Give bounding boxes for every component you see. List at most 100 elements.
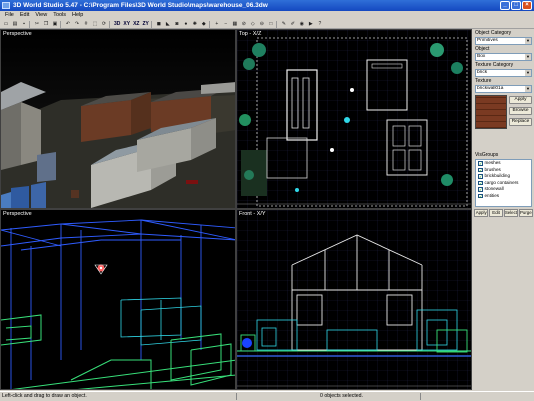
texture-category-value: brick — [477, 70, 488, 75]
texture-category-select[interactable]: brick ▼ — [475, 69, 532, 77]
redo-icon[interactable]: ↷ — [73, 20, 81, 28]
menu-edit[interactable]: Edit — [17, 11, 32, 20]
replace-button[interactable]: Replace — [509, 118, 532, 126]
zoom-in-icon[interactable]: + — [213, 20, 221, 28]
textured-scene — [1, 30, 235, 208]
rotate-icon[interactable]: ⟳ — [100, 20, 108, 28]
minimize-button[interactable]: _ — [500, 1, 510, 10]
texture-select[interactable]: brickwall01a ▼ — [475, 85, 532, 93]
status-bar: Left-click and drag to draw an object. 0… — [0, 391, 534, 400]
cut-icon[interactable]: ✂ — [33, 20, 41, 28]
menu-help[interactable]: Help — [69, 11, 86, 20]
toolbar: ▭ ▤ ▪ ✂ ❐ ▣ ↶ ↷ # ⬚ ⟳ 3D XY XZ ZY ◼ ◣ ◙ … — [0, 20, 534, 29]
window-title: 3D World Studio 5.47 - C:\Program Files\… — [13, 2, 268, 9]
chevron-down-icon: ▼ — [525, 38, 531, 44]
open-folder-icon[interactable]: ▤ — [11, 20, 19, 28]
toolbar-separator — [150, 20, 154, 28]
chevron-down-icon: ▼ — [525, 86, 531, 92]
toolbar-separator — [208, 20, 212, 28]
toolbar-separator — [29, 20, 32, 28]
object-value: Box — [477, 54, 486, 59]
top-viewport[interactable]: Top - X/Z — [236, 29, 472, 209]
texture-category-label: Texture Category — [475, 62, 514, 68]
menu-view[interactable]: View — [32, 11, 50, 20]
checkbox[interactable]: ✓ — [478, 193, 483, 198]
texture-value: brickwall01a — [477, 86, 504, 91]
vertex-icon[interactable]: ◇ — [249, 20, 257, 28]
clip-icon[interactable]: ⊘ — [240, 20, 248, 28]
zoom-out-icon[interactable]: − — [222, 20, 230, 28]
visgroup-buttons: Apply Edit Select Purge — [474, 209, 533, 217]
entity-icon[interactable]: ◆ — [200, 20, 208, 28]
list-item[interactable]: ✓ entities — [476, 193, 531, 200]
browse-button[interactable]: Browse — [509, 107, 532, 115]
help-icon[interactable]: ? — [316, 20, 324, 28]
apply-texture-button[interactable]: Apply — [509, 96, 532, 104]
view-zy-button[interactable]: ZY — [141, 20, 149, 28]
select-icon[interactable]: ⬚ — [91, 20, 99, 28]
toolbar-separator — [109, 20, 112, 28]
object-category-select[interactable]: Primitives ▼ — [475, 37, 532, 45]
visgroups-list: ✓ meshes ✓ brushes ✓ brickbuilding ✓ cargo c… — [475, 159, 532, 207]
paste-icon[interactable]: ▣ — [51, 20, 59, 28]
save-icon[interactable]: ▪ — [20, 20, 28, 28]
view-3d-button[interactable]: 3D — [113, 20, 121, 28]
toolbar-separator — [275, 20, 279, 28]
hollow-icon[interactable]: □ — [267, 20, 275, 28]
sphere-icon[interactable]: ● — [182, 20, 190, 28]
compile-icon[interactable]: ▶ — [307, 20, 315, 28]
wedge-icon[interactable]: ◣ — [164, 20, 172, 28]
light-icon[interactable]: ✺ — [191, 20, 199, 28]
visgroups-label: VisGroups — [475, 152, 499, 158]
perspective-viewport-textured[interactable]: Perspective — [0, 29, 236, 209]
status-divider — [236, 393, 237, 400]
checkbox[interactable]: ✓ — [478, 167, 483, 172]
grid-icon[interactable]: # — [82, 20, 90, 28]
maximize-button[interactable]: □ — [511, 1, 521, 10]
object-category-label: Object Category — [475, 30, 512, 36]
carve-icon[interactable]: ⊖ — [258, 20, 266, 28]
viewport-label: Front - X/Y — [239, 211, 266, 217]
visgroup-purge-button[interactable]: Purge — [518, 209, 533, 217]
paint-icon[interactable]: ✎ — [280, 20, 288, 28]
object-label: Object — [475, 46, 490, 52]
status-divider — [420, 393, 421, 400]
top-view-map — [237, 30, 471, 208]
visgroup-edit-button[interactable]: Edit — [488, 209, 504, 217]
close-button[interactable]: × — [522, 1, 532, 10]
viewport-label: Top - X/Z — [239, 31, 262, 37]
cube-icon[interactable]: ◼ — [155, 20, 163, 28]
checkbox[interactable]: ✓ — [478, 161, 483, 166]
wireframe-scene — [1, 210, 235, 389]
camera-icon[interactable]: ◉ — [298, 20, 306, 28]
copy-icon[interactable]: ❐ — [42, 20, 50, 28]
properties-panel: Object Category Primitives ▼ Object Box … — [473, 29, 534, 390]
toolbar-separator — [60, 20, 63, 28]
viewport-label: Perspective — [3, 211, 32, 217]
menu-file[interactable]: File — [2, 11, 17, 20]
checkbox[interactable]: ✓ — [478, 180, 483, 185]
texture-label: Texture — [475, 78, 492, 84]
app-icon — [2, 2, 10, 9]
cylinder-icon[interactable]: ◙ — [173, 20, 181, 28]
visgroup-apply-button[interactable]: Apply — [474, 209, 489, 217]
checkbox[interactable]: ✓ — [478, 174, 483, 179]
checkbox[interactable]: ✓ — [478, 187, 483, 192]
front-viewport[interactable]: Front - X/Y — [236, 209, 472, 390]
front-view-map — [237, 210, 471, 389]
visgroup-select-button[interactable]: Select — [503, 209, 519, 217]
object-category-value: Primitives — [477, 38, 498, 43]
perspective-viewport-wireframe[interactable]: Perspective — [0, 209, 236, 390]
menu-bar: File Edit View Tools Help — [0, 11, 534, 20]
view-xy-button[interactable]: XY — [122, 20, 131, 28]
texture-icon[interactable]: ▦ — [231, 20, 239, 28]
viewport-label: Perspective — [3, 31, 32, 37]
object-select[interactable]: Box ▼ — [475, 53, 532, 61]
app-window: 3D World Studio 5.47 - C:\Program Files\… — [0, 0, 534, 400]
eyedropper-icon[interactable]: ✐ — [289, 20, 297, 28]
view-xz-button[interactable]: XZ — [132, 20, 140, 28]
undo-icon[interactable]: ↶ — [64, 20, 72, 28]
title-bar: 3D World Studio 5.47 - C:\Program Files\… — [0, 0, 534, 11]
new-file-icon[interactable]: ▭ — [2, 20, 10, 28]
menu-tools[interactable]: Tools — [50, 11, 69, 20]
